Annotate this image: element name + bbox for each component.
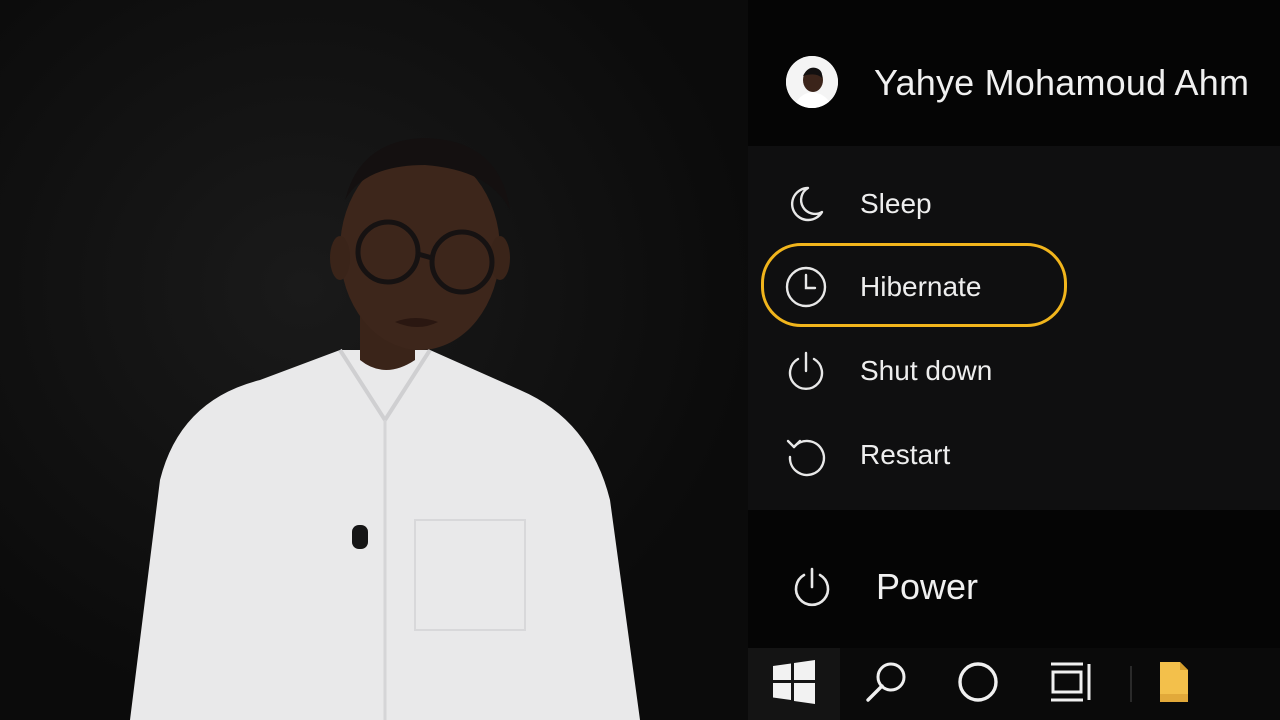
windows-logo-icon <box>771 659 817 709</box>
power-icon <box>784 349 828 393</box>
search-button[interactable] <box>840 648 932 720</box>
file-explorer-icon <box>1156 660 1192 709</box>
cortana-circle-icon <box>956 660 1000 709</box>
shut-down-menu-item[interactable]: Shut down <box>762 330 1068 412</box>
shut-down-label: Shut down <box>860 355 993 386</box>
task-view-button[interactable] <box>1024 648 1116 720</box>
clock-icon <box>784 265 828 309</box>
file-explorer-button[interactable] <box>1150 648 1198 720</box>
user-account-row[interactable]: Yahye Mohamoud Ahm <box>748 0 1280 146</box>
cortana-button[interactable] <box>932 648 1024 720</box>
power-icon <box>788 563 836 611</box>
user-avatar-picture <box>786 56 838 108</box>
restart-label: Restart <box>860 439 951 470</box>
sleep-label: Sleep <box>860 188 932 219</box>
restart-menu-item[interactable]: Restart <box>762 414 1068 496</box>
search-icon <box>863 659 909 710</box>
taskbar-separator <box>1130 666 1132 702</box>
avatar[interactable] <box>786 56 838 108</box>
start-button[interactable] <box>748 648 840 720</box>
task-view-icon <box>1047 660 1093 709</box>
presenter-video <box>0 0 760 720</box>
taskbar <box>748 648 1280 720</box>
hibernate-label: Hibernate <box>860 271 982 302</box>
presenter-illustration <box>130 138 640 720</box>
power-button[interactable]: Power <box>748 528 1280 646</box>
start-menu: Yahye Mohamoud Ahm Sleep Hibernate Shut … <box>748 0 1280 720</box>
user-name: Yahye Mohamoud Ahm <box>874 62 1250 103</box>
sleep-menu-item[interactable]: Sleep <box>762 163 1068 245</box>
hibernate-menu-item[interactable]: Hibernate <box>762 246 1068 328</box>
power-options-flyout: Sleep Hibernate Shut down Restart <box>748 146 1280 510</box>
moon-icon <box>784 182 828 226</box>
power-label: Power <box>876 566 979 607</box>
restart-icon <box>784 433 828 477</box>
